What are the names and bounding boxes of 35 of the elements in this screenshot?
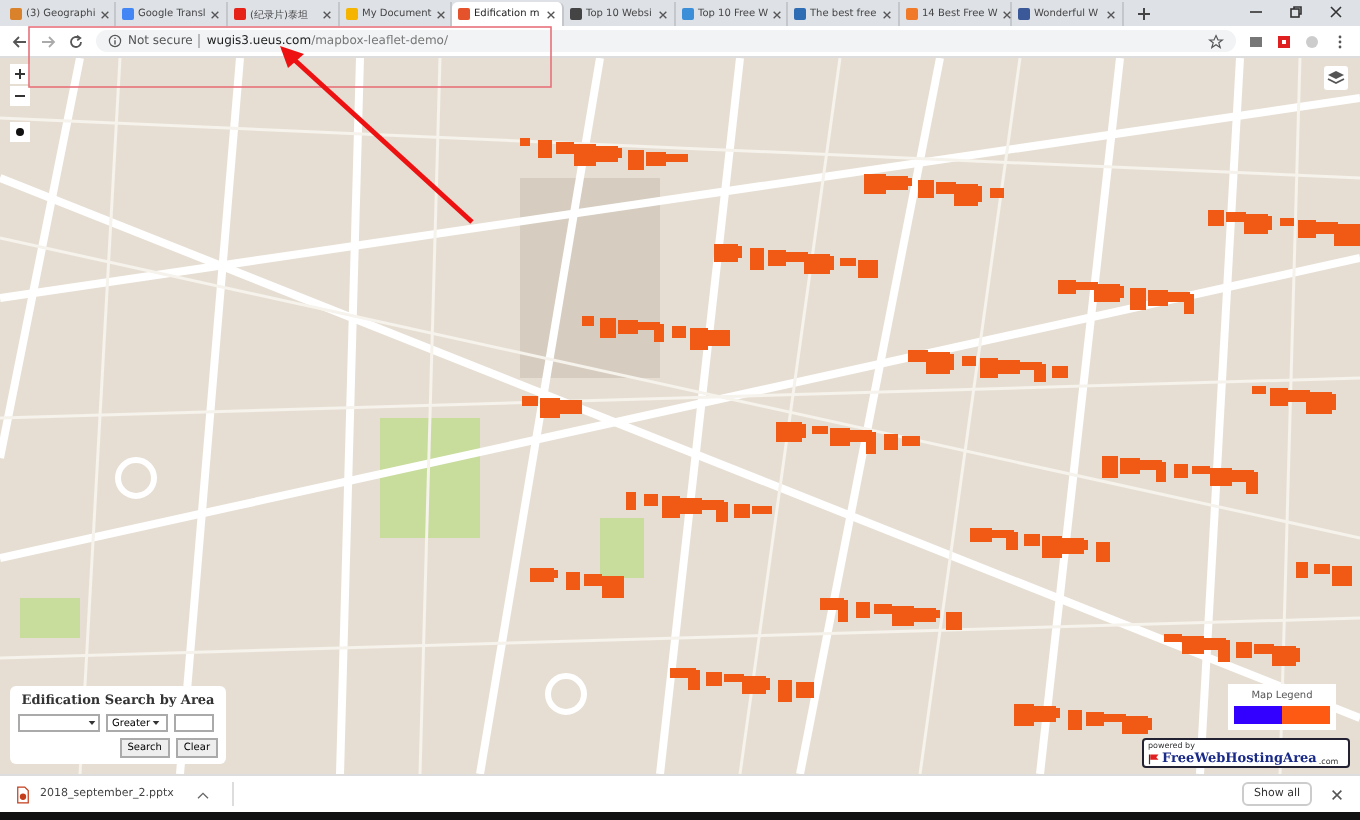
caret-icon (88, 720, 96, 726)
caret-icon (152, 720, 161, 726)
close-icon[interactable] (322, 9, 332, 19)
chevron-icon[interactable] (195, 789, 210, 799)
close-icon[interactable] (546, 9, 556, 19)
new-tab-icon[interactable] (1136, 6, 1152, 22)
close-icon[interactable] (1328, 4, 1344, 20)
close-icon[interactable] (210, 9, 220, 19)
close-icon[interactable] (1106, 9, 1116, 19)
flag-icon (1148, 752, 1160, 766)
close-icon[interactable] (1330, 787, 1344, 801)
zoom-in-button[interactable] (10, 64, 30, 84)
close-icon[interactable] (435, 9, 446, 19)
close-icon[interactable] (772, 9, 783, 19)
extension-icon[interactable] (1276, 33, 1292, 49)
file-icon (16, 785, 30, 803)
roundabout (115, 457, 157, 499)
extension-icon[interactable] (1248, 33, 1264, 49)
restore-icon[interactable] (1288, 4, 1304, 20)
close-icon[interactable] (882, 9, 892, 19)
close-icon[interactable] (658, 9, 668, 19)
zoom-out-button[interactable] (10, 86, 30, 106)
park (380, 418, 480, 538)
close-icon[interactable] (1001, 9, 1012, 19)
back-icon[interactable] (12, 33, 28, 49)
layers-button[interactable] (1324, 66, 1348, 90)
close-icon[interactable] (99, 9, 110, 19)
locate-button[interactable] (10, 122, 30, 142)
reload-icon[interactable] (68, 33, 84, 49)
roundabout (545, 673, 587, 715)
info-icon (108, 34, 122, 48)
park (600, 518, 644, 578)
value-field[interactable] (174, 714, 215, 732)
star-icon[interactable] (1208, 33, 1224, 49)
park (20, 598, 80, 638)
